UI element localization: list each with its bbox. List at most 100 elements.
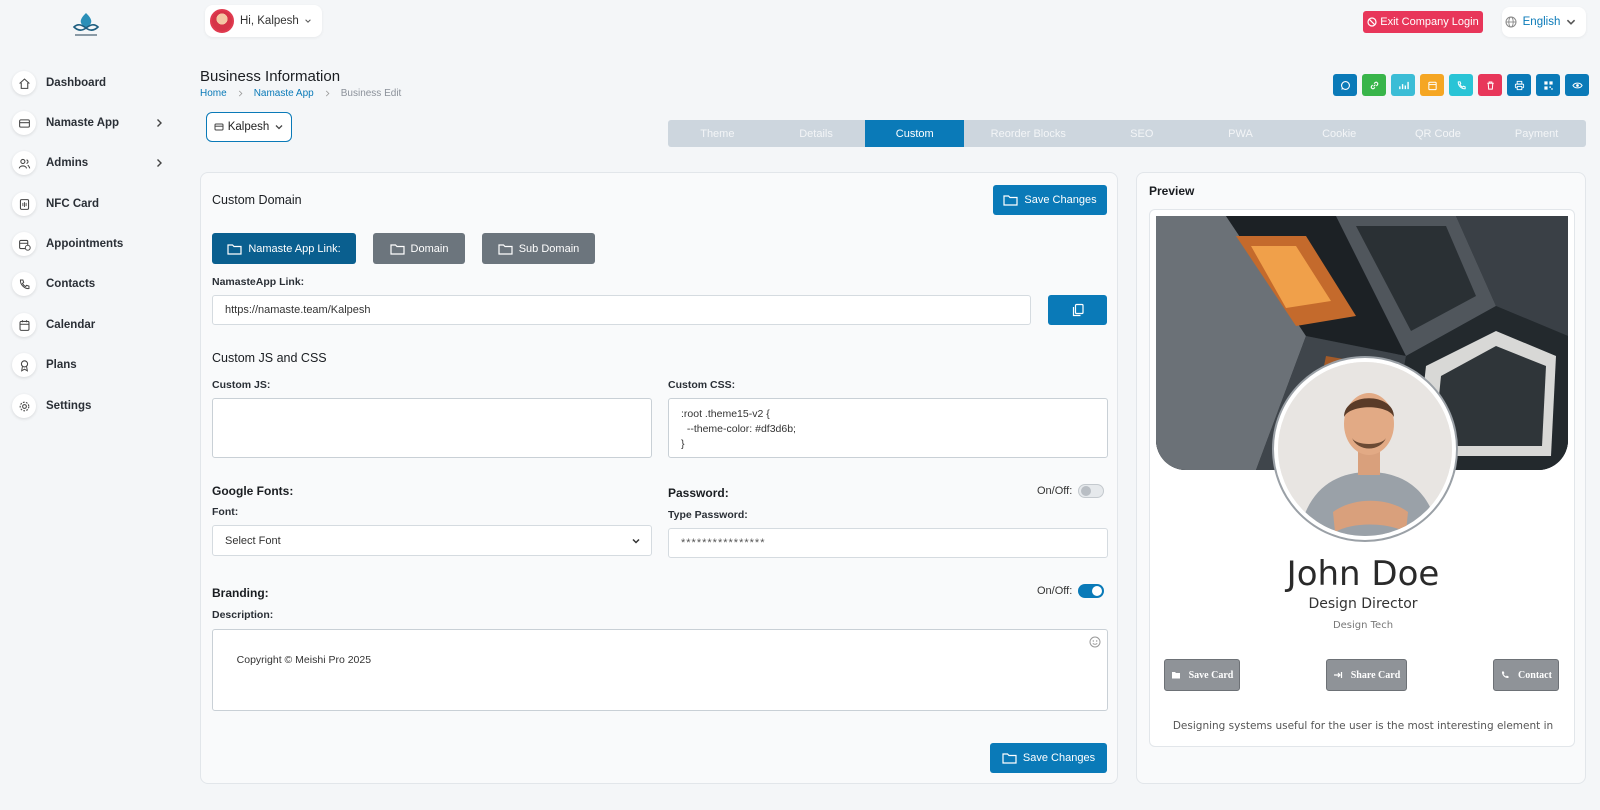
sub-domain-label: Sub Domain xyxy=(518,242,580,255)
copy-icon xyxy=(1072,303,1084,317)
sidebar-item-label: Settings xyxy=(46,400,92,412)
custom-css-textarea[interactable]: :root .theme15-v2 { --theme-color: #df3d… xyxy=(668,398,1108,458)
sidebar-item-settings[interactable]: Settings xyxy=(12,391,172,421)
description-textarea[interactable]: Copyright © Meishi Pro 2025 xyxy=(212,629,1108,711)
company-select[interactable]: Kalpesh xyxy=(206,112,292,142)
custom-css-label: Custom CSS: xyxy=(668,379,736,391)
gear-icon xyxy=(12,394,36,418)
tab-seo[interactable]: SEO xyxy=(1092,120,1191,147)
domain-button[interactable]: Domain xyxy=(373,233,465,264)
branding-toggle-label: On/Off: xyxy=(1037,585,1073,597)
tab-reorder-blocks[interactable]: Reorder Blocks xyxy=(964,120,1092,147)
card-icon xyxy=(214,123,224,131)
sidebar-item-label: Namaste App xyxy=(46,117,120,129)
sidebar-item-label: Contacts xyxy=(46,278,96,290)
font-select-value: Select Font xyxy=(225,534,281,547)
domain-label: Domain xyxy=(410,242,449,255)
custom-settings-panel: Custom Domain Save Changes Namaste App L… xyxy=(200,172,1118,784)
save-card-label: Save Card xyxy=(1188,669,1234,681)
whatsapp-button[interactable] xyxy=(1333,74,1357,96)
branding-title: Branding: xyxy=(212,586,269,600)
sidebar-item-nfc-card[interactable]: NFC Card xyxy=(12,189,172,219)
preview-card[interactable]: John Doe Design Director Design Tech Sav… xyxy=(1149,209,1575,747)
analytics-button[interactable] xyxy=(1391,74,1415,96)
tab-payment[interactable]: Payment xyxy=(1487,120,1586,147)
sidebar-item-dashboard[interactable]: Dashboard xyxy=(12,68,172,98)
tab-qr-code[interactable]: QR Code xyxy=(1389,120,1488,147)
tab-theme[interactable]: Theme xyxy=(668,120,767,147)
chevron-down-icon xyxy=(632,538,640,544)
user-greeting: Hi, Kalpesh xyxy=(240,15,299,27)
sidebar-item-calendar[interactable]: Calendar xyxy=(12,310,172,340)
link-button[interactable] xyxy=(1362,74,1386,96)
emoji-icon[interactable] xyxy=(1089,636,1101,648)
save-changes-bottom-label: Save Changes xyxy=(1022,752,1096,764)
sidebar-item-namaste-app[interactable]: Namaste App xyxy=(12,108,172,138)
password-toggle-group: On/Off: xyxy=(1037,484,1105,498)
language-select[interactable]: English xyxy=(1502,7,1586,37)
breadcrumb-home[interactable]: Home xyxy=(200,88,227,99)
user-menu[interactable]: Hi, Kalpesh xyxy=(205,5,322,37)
branding-toggle-group: On/Off: xyxy=(1037,584,1105,598)
avatar xyxy=(210,9,234,33)
globe-icon xyxy=(1505,16,1517,28)
folder-icon xyxy=(227,243,242,255)
print-button[interactable] xyxy=(1507,74,1531,96)
save-changes-button[interactable]: Save Changes xyxy=(993,185,1107,215)
share-card-button[interactable]: Share Card xyxy=(1326,659,1407,691)
password-toggle-label: On/Off: xyxy=(1037,485,1073,497)
qr-code-button[interactable] xyxy=(1536,74,1560,96)
phone-icon xyxy=(1501,671,1509,679)
namaste-app-link-button[interactable]: Namaste App Link: xyxy=(212,233,356,264)
custom-js-textarea[interactable] xyxy=(212,398,652,458)
tab-pwa[interactable]: PWA xyxy=(1191,120,1290,147)
sidebar-item-contacts[interactable]: Contacts xyxy=(12,269,172,299)
users-icon xyxy=(12,151,36,175)
trash-icon xyxy=(1486,81,1494,90)
preview-name: John Doe xyxy=(1286,554,1440,594)
sidebar-item-label: Plans xyxy=(46,359,77,371)
view-button[interactable] xyxy=(1565,74,1589,96)
namaste-logo[interactable] xyxy=(66,10,106,40)
branding-toggle[interactable] xyxy=(1078,584,1105,598)
sidebar-item-appointments[interactable]: Appointments xyxy=(12,229,172,259)
custom-domain-title: Custom Domain xyxy=(212,193,302,207)
save-changes-bottom-button[interactable]: Save Changes xyxy=(990,743,1107,773)
sidebar-item-label: Appointments xyxy=(46,238,124,250)
delete-button[interactable] xyxy=(1478,74,1502,96)
sidebar-item-plans[interactable]: Plans xyxy=(12,350,172,380)
analytics-icon xyxy=(1398,81,1409,89)
sidebar: Dashboard Namaste App Admins NFC Card Ap… xyxy=(0,0,190,810)
card-icon xyxy=(12,111,36,135)
breadcrumb-namaste-app[interactable]: Namaste App xyxy=(254,88,314,99)
contact-label: Contact xyxy=(1518,669,1552,681)
breadcrumb: Home Namaste App Business Edit xyxy=(200,88,401,99)
folder-icon xyxy=(1002,753,1017,764)
link-icon xyxy=(1370,81,1378,89)
preview-company: Design Tech xyxy=(1332,620,1394,631)
tab-details[interactable]: Details xyxy=(767,120,866,147)
type-password-label: Type Password: xyxy=(668,509,748,521)
font-select[interactable]: Select Font xyxy=(212,525,652,556)
preview-title: Preview xyxy=(1149,184,1195,198)
save-card-button[interactable]: Save Card xyxy=(1164,659,1240,691)
page-title: Business Information xyxy=(200,68,341,85)
password-toggle[interactable] xyxy=(1078,484,1105,498)
contact-button[interactable]: Contact xyxy=(1493,659,1559,691)
description-value: Copyright © Meishi Pro 2025 xyxy=(236,654,372,666)
action-toolbar xyxy=(1333,74,1589,96)
eye-icon xyxy=(1571,82,1583,88)
sidebar-item-admins[interactable]: Admins xyxy=(12,148,172,178)
tab-custom[interactable]: Custom xyxy=(865,120,965,147)
copy-link-button[interactable] xyxy=(1048,295,1107,325)
password-input[interactable]: **************** xyxy=(668,528,1108,558)
namasteapp-link-input[interactable]: https://namaste.team/Kalpesh xyxy=(212,295,1031,325)
sub-domain-button[interactable]: Sub Domain xyxy=(482,233,595,264)
award-icon xyxy=(12,353,36,377)
save-changes-label: Save Changes xyxy=(1024,194,1097,206)
tab-cookie[interactable]: Cookie xyxy=(1290,120,1389,147)
appointment-button[interactable] xyxy=(1420,74,1444,96)
breadcrumb-current: Business Edit xyxy=(340,88,402,99)
call-button[interactable] xyxy=(1449,74,1473,96)
exit-company-login-button[interactable]: Exit Company Login xyxy=(1363,11,1483,33)
